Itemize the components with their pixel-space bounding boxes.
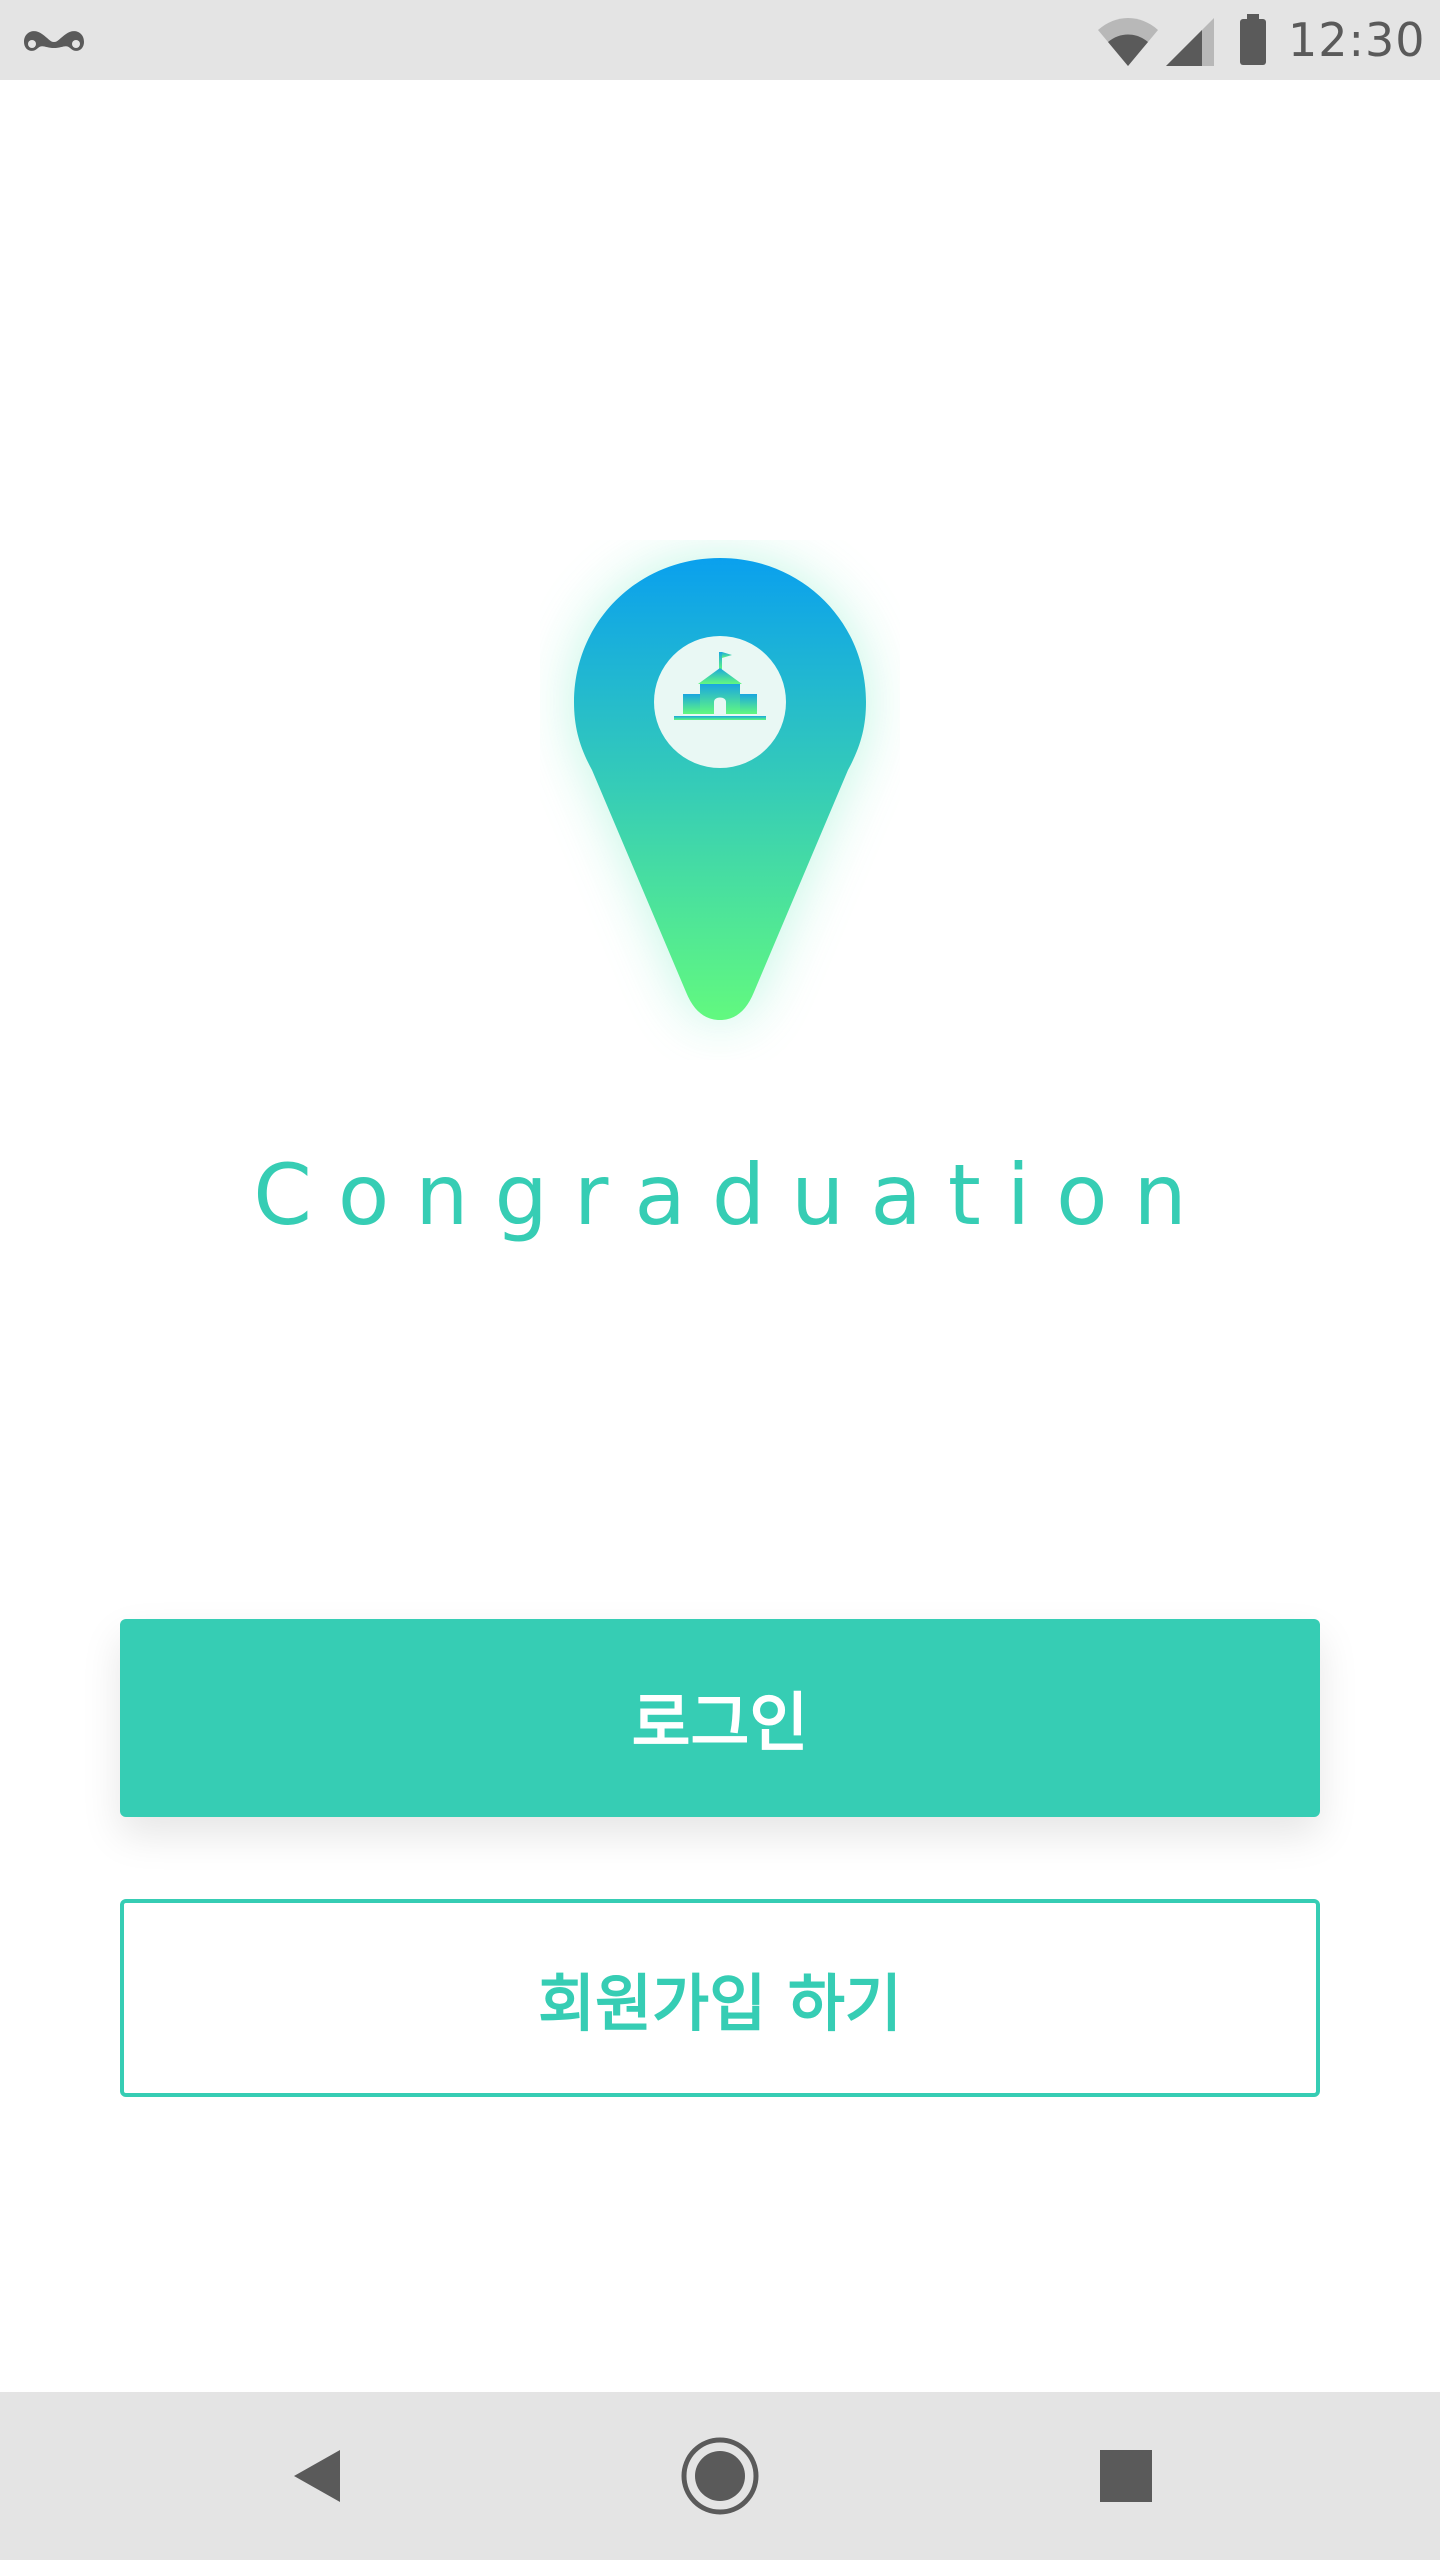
- home-icon: [681, 2437, 759, 2515]
- battery-icon: [1240, 14, 1266, 65]
- login-button-label: 로그인: [631, 1687, 809, 1761]
- signup-button[interactable]: 회원가입 하기: [120, 1899, 1320, 2097]
- wifi-icon: [1098, 18, 1158, 66]
- back-icon: [294, 2450, 340, 2502]
- system-nav-bar: [0, 2392, 1440, 2560]
- home-button[interactable]: [672, 2428, 768, 2524]
- status-clock: 12:30: [1288, 13, 1426, 67]
- school-map-pin-icon: [574, 558, 866, 1020]
- notification-mustache-icon: [24, 31, 84, 51]
- status-bar: 12:30: [0, 0, 1440, 80]
- app-title: Congraduation: [253, 1146, 1213, 1244]
- signup-button-label: 회원가입 하기: [538, 1967, 902, 2040]
- app-logo: [540, 540, 900, 1060]
- recents-button[interactable]: [1078, 2428, 1174, 2524]
- login-button[interactable]: 로그인: [120, 1619, 1320, 1817]
- recents-icon: [1100, 2450, 1152, 2502]
- back-button[interactable]: [270, 2428, 366, 2524]
- cell-signal-icon: [1166, 18, 1214, 66]
